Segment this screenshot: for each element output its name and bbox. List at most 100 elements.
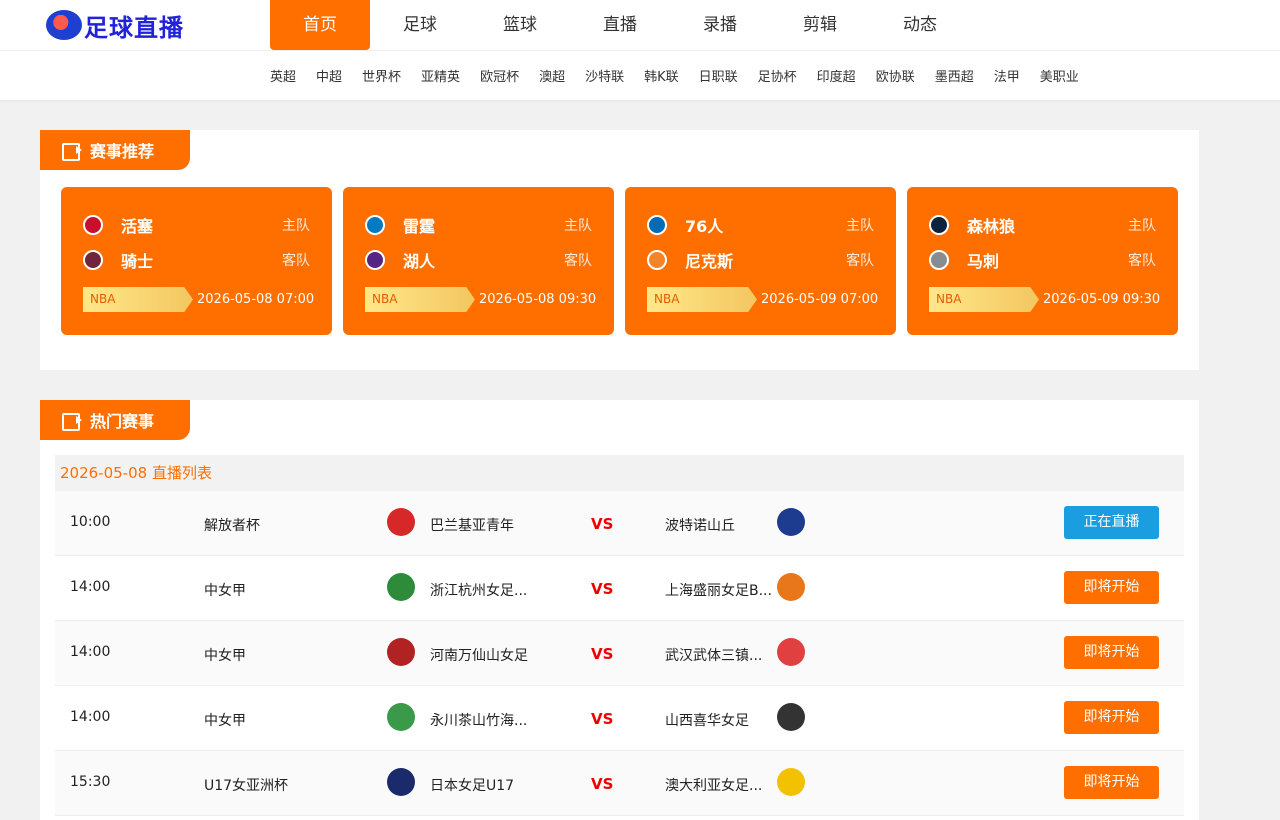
home-team-logo-icon bbox=[387, 768, 415, 796]
away-team-logo-icon bbox=[83, 250, 103, 270]
nav-news[interactable]: 动态 bbox=[870, 0, 970, 50]
league-link[interactable]: 沙特联 bbox=[575, 66, 634, 85]
home-team-name[interactable]: 日本女足U17 bbox=[430, 775, 514, 795]
league-tag: NBA bbox=[365, 287, 475, 312]
nav-highlights[interactable]: 剪辑 bbox=[770, 0, 870, 50]
match-league[interactable]: 解放者杯 bbox=[204, 515, 260, 535]
match-league[interactable]: 中女甲 bbox=[204, 645, 246, 665]
league-link[interactable]: 亚精英 bbox=[411, 66, 470, 85]
away-row: 湖人 客队 bbox=[365, 248, 592, 272]
top-navbar: 足球直播 首页 足球 篮球 直播 录播 剪辑 动态 bbox=[0, 0, 1280, 50]
match-info: NBA 2026-05-08 07:00 bbox=[83, 287, 314, 312]
league-link[interactable]: 英超 bbox=[260, 66, 306, 85]
away-team-logo-icon bbox=[777, 638, 805, 666]
logo-text: 足球直播 bbox=[84, 12, 184, 42]
league-link[interactable]: 法甲 bbox=[984, 66, 1030, 85]
main-nav: 首页 足球 篮球 直播 录播 剪辑 动态 bbox=[270, 0, 970, 50]
home-team-logo-icon bbox=[387, 573, 415, 601]
match-league[interactable]: U17女亚洲杯 bbox=[204, 775, 288, 795]
league-subnav: 英超 中超 世界杯 亚精英 欧冠杯 澳超 沙特联 韩K联 日职联 足协杯 印度超 欧协联 墨西超 法甲 美职… bbox=[0, 51, 1280, 100]
match-card[interactable]: 森林狼 主队马刺 客队 NBA 2026-05-09 09:30 bbox=[907, 187, 1178, 335]
site-logo[interactable]: 足球直播 bbox=[46, 8, 184, 42]
league-link[interactable]: 澳超 bbox=[529, 66, 575, 85]
match-row[interactable]: 14:00 中女甲 浙江杭州女足... VS 上海盛丽女足B... 即将开始 bbox=[55, 556, 1184, 621]
nav-replay[interactable]: 录播 bbox=[670, 0, 770, 50]
home-team-name[interactable]: 巴兰基亚青年 bbox=[430, 515, 514, 535]
away-row: 马刺 客队 bbox=[929, 248, 1156, 272]
league-link[interactable]: 欧协联 bbox=[866, 66, 925, 85]
home-role: 主队 bbox=[564, 218, 592, 234]
match-row[interactable]: 14:00 中女甲 永川茶山竹海... VS 山西喜华女足 即将开始 bbox=[55, 686, 1184, 751]
home-team-name: 活塞 bbox=[121, 217, 154, 236]
match-time: 14:00 bbox=[70, 579, 111, 595]
nav-basketball[interactable]: 篮球 bbox=[470, 0, 570, 50]
league-link[interactable]: 世界杯 bbox=[352, 66, 411, 85]
away-team-name[interactable]: 武汉武体三镇... bbox=[665, 645, 762, 665]
home-row: 76人 主队 bbox=[647, 213, 874, 237]
away-team-name[interactable]: 澳大利亚女足... bbox=[665, 775, 762, 795]
nav-live[interactable]: 直播 bbox=[570, 0, 670, 50]
match-card[interactable]: 雷霆 主队湖人 客队 NBA 2026-05-08 09:30 bbox=[343, 187, 614, 335]
away-role: 客队 bbox=[282, 253, 310, 269]
watch-live-button[interactable]: 正在直播 bbox=[1064, 506, 1159, 539]
away-team-name[interactable]: 波特诺山丘 bbox=[665, 515, 735, 535]
recommend-tab: 赛事推荐 bbox=[40, 130, 190, 170]
video-camera-icon bbox=[62, 143, 82, 161]
home-team-name: 森林狼 bbox=[967, 217, 1016, 236]
home-row: 森林狼 主队 bbox=[929, 213, 1156, 237]
home-team-name[interactable]: 浙江杭州女足... bbox=[430, 580, 527, 600]
league-link[interactable]: 韩K联 bbox=[634, 66, 689, 85]
home-team-logo-icon bbox=[929, 215, 949, 235]
league-link[interactable]: 日职联 bbox=[689, 66, 748, 85]
upcoming-button[interactable]: 即将开始 bbox=[1064, 766, 1159, 799]
football-icon bbox=[46, 10, 82, 40]
league-link[interactable]: 足协杯 bbox=[748, 66, 807, 85]
match-league[interactable]: 中女甲 bbox=[204, 710, 246, 730]
home-row: 雷霆 主队 bbox=[365, 213, 592, 237]
vs-label: VS bbox=[591, 515, 614, 533]
match-card[interactable]: 76人 主队 尼克斯 客队 NBA 2026-05-09 07:00 bbox=[625, 187, 896, 335]
home-team-name: 76人 bbox=[685, 217, 724, 236]
match-time: 15:30 bbox=[70, 774, 111, 790]
recommend-panel: 赛事推荐 活塞 主队 骑士 客队 NBA 2026-05-08 07:00 雷霆 主队 湖人 客队… bbox=[40, 130, 1199, 370]
away-team-name[interactable]: 山西喜华女足 bbox=[665, 710, 749, 730]
recommend-title: 赛事推荐 bbox=[90, 142, 155, 161]
home-team-name: 雷霆 bbox=[403, 217, 436, 236]
match-time: 2026-05-08 07:00 bbox=[197, 292, 315, 307]
match-time: 2026-05-08 09:30 bbox=[479, 292, 597, 307]
home-team-logo-icon bbox=[83, 215, 103, 235]
away-team-name: 湖人 bbox=[403, 252, 436, 271]
away-team-logo-icon bbox=[929, 250, 949, 270]
league-tag: NBA bbox=[83, 287, 193, 312]
match-row[interactable]: 14:00 中女甲 河南万仙山女足 VS 武汉武体三镇... 即将开始 bbox=[55, 621, 1184, 686]
home-team-name[interactable]: 河南万仙山女足 bbox=[430, 645, 528, 665]
league-link[interactable]: 欧冠杯 bbox=[470, 66, 529, 85]
video-camera-icon bbox=[62, 413, 82, 431]
home-row: 活塞 主队 bbox=[83, 213, 310, 237]
away-role: 客队 bbox=[1128, 253, 1156, 269]
hot-matches-panel: 热门赛事 2026-05-08 直播列表 10:00 解放者杯 巴兰基亚青年 VS 波特… bbox=[40, 400, 1199, 820]
recommend-cards: 活塞 主队 骑士 客队 NBA 2026-05-08 07:00 雷霆 主队 湖人 客队 NBA 20… bbox=[61, 187, 1178, 335]
league-link[interactable]: 中超 bbox=[306, 66, 352, 85]
upcoming-button[interactable]: 即将开始 bbox=[1064, 571, 1159, 604]
match-row[interactable]: 10:00 解放者杯 巴兰基亚青年 VS 波特诺山丘 正在直播 bbox=[55, 491, 1184, 556]
league-link[interactable]: 美职业 bbox=[1030, 66, 1089, 85]
match-info: NBA 2026-05-08 09:30 bbox=[365, 287, 596, 312]
match-row[interactable]: 15:30 U17女亚洲杯 日本女足U17 VS 澳大利亚女足... 即将开始 bbox=[55, 751, 1184, 816]
upcoming-button[interactable]: 即将开始 bbox=[1064, 701, 1159, 734]
nav-football[interactable]: 足球 bbox=[370, 0, 470, 50]
league-link[interactable]: 墨西超 bbox=[925, 66, 984, 85]
match-card[interactable]: 活塞 主队 骑士 客队 NBA 2026-05-08 07:00 bbox=[61, 187, 332, 335]
home-team-logo-icon bbox=[387, 703, 415, 731]
vs-label: VS bbox=[591, 775, 614, 793]
match-time: 2026-05-09 09:30 bbox=[1043, 292, 1161, 307]
nav-home[interactable]: 首页 bbox=[270, 0, 370, 50]
away-team-name[interactable]: 上海盛丽女足B... bbox=[665, 580, 772, 600]
match-info: NBA 2026-05-09 09:30 bbox=[929, 287, 1160, 312]
upcoming-button[interactable]: 即将开始 bbox=[1064, 636, 1159, 669]
league-tag: NBA bbox=[647, 287, 757, 312]
match-league[interactable]: 中女甲 bbox=[204, 580, 246, 600]
away-team-logo-icon bbox=[777, 573, 805, 601]
home-team-name[interactable]: 永川茶山竹海... bbox=[430, 710, 527, 730]
league-link[interactable]: 印度超 bbox=[807, 66, 866, 85]
